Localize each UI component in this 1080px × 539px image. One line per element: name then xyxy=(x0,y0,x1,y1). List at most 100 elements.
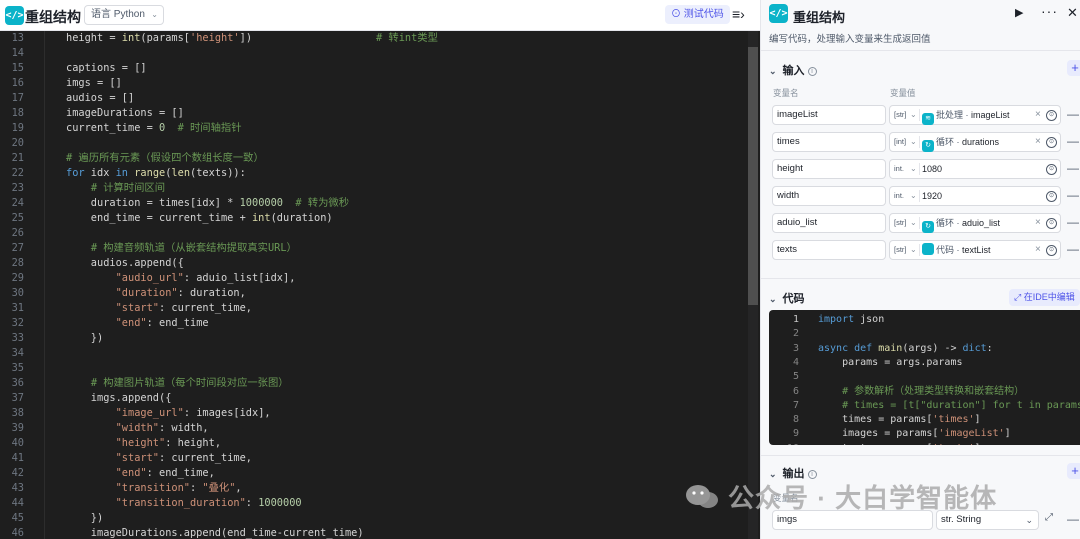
code-preview-line: 5 xyxy=(769,370,1080,384)
test-code-button[interactable]: ⊙ 测试代码 xyxy=(665,5,730,24)
reference-mode-icon[interactable]: ⊙ xyxy=(1046,218,1057,229)
variable-reference: 1920 xyxy=(922,187,942,205)
reference-mode-icon[interactable]: ⊙ xyxy=(1046,191,1057,202)
clear-icon[interactable]: × xyxy=(1035,133,1041,151)
reference-mode-icon[interactable]: ⊙ xyxy=(1046,137,1057,148)
variable-reference: ↻ 循环 · aduio_list xyxy=(922,214,1000,233)
variable-reference: ↻ 循环 · durations xyxy=(922,133,999,152)
input-variable-row: times [int] ⌄ ↻ 循环 · durations × ⊙ — xyxy=(761,132,1080,152)
code-token: "start" xyxy=(115,302,160,314)
clear-icon[interactable]: × xyxy=(1035,241,1041,259)
variable-name-field[interactable]: texts xyxy=(772,240,886,260)
variable-value-field[interactable]: [str] ⌄ ≋ 批处理 · imageList × ⊙ xyxy=(889,105,1061,125)
line-number: 13 xyxy=(11,32,24,44)
code-token: json xyxy=(854,314,885,325)
code-line: 13 height = int(params['height']) # 转int类… xyxy=(0,31,760,46)
add-input-button[interactable]: + xyxy=(1067,60,1080,76)
expand-icon[interactable]: ⤢ xyxy=(1045,512,1053,523)
chevron-down-icon[interactable]: ⌄ xyxy=(910,214,917,232)
line-number: 19 xyxy=(11,122,24,134)
code-node-icon xyxy=(922,243,934,255)
close-icon[interactable]: ✕ xyxy=(1067,5,1078,21)
variable-value-field[interactable]: int. ⌄ 1920 ⊙ xyxy=(889,186,1061,206)
code-editor-panel: </> 重组结构 语言 Python ⌄ ⊙ 测试代码 ≡› 13 height … xyxy=(0,0,760,539)
chevron-down-icon: ⌄ xyxy=(1025,515,1033,525)
output-name-field[interactable]: imgs xyxy=(772,510,933,530)
line-number: 41 xyxy=(11,452,24,464)
chevron-down-icon[interactable]: ⌄ xyxy=(910,133,917,151)
code-token: ]) xyxy=(239,32,377,44)
variable-value-field[interactable]: [str] ⌄ 代码 · textList × ⊙ xyxy=(889,240,1061,260)
remove-variable-button[interactable]: — xyxy=(1067,159,1079,177)
code-line: 39 "width": width, xyxy=(0,421,760,436)
code-token: (args) -> xyxy=(902,342,963,354)
reference-mode-icon[interactable]: ⊙ xyxy=(1046,110,1057,121)
run-icon[interactable]: ▶ xyxy=(1015,6,1023,19)
code-token: "audio_url" xyxy=(115,272,184,284)
variable-name-field[interactable]: width xyxy=(772,186,886,206)
variable-name-field[interactable]: imageList xyxy=(772,105,886,125)
info-icon[interactable]: i xyxy=(807,67,817,76)
code-text: captions = [] xyxy=(66,61,147,76)
code-text: # 遍历所有元素（假设四个数组长度一致） xyxy=(66,151,264,166)
chevron-down-icon[interactable]: ⌄ xyxy=(910,160,917,178)
remove-variable-button[interactable]: — xyxy=(1067,240,1079,258)
clear-icon[interactable]: × xyxy=(1035,106,1041,124)
reference-mode-icon[interactable]: ⊙ xyxy=(1046,245,1057,256)
code-area[interactable]: 13 height = int(params['height']) # 转int类… xyxy=(0,31,760,539)
code-preview[interactable]: 1 import json 2 3 async def main(args) -> di… xyxy=(769,310,1080,445)
code-line: 33 }) xyxy=(0,331,760,346)
code-token: # times = [t["duration"] for t in params… xyxy=(842,399,1080,411)
variable-name-field[interactable]: height xyxy=(772,159,886,179)
language-select[interactable]: 语言 Python ⌄ xyxy=(84,5,164,25)
variable-value-field[interactable]: [int] ⌄ ↻ 循环 · durations × ⊙ xyxy=(889,132,1061,152)
code-line: 26 xyxy=(0,226,760,241)
code-text: # 参数解析（处理类型转换和嵌套结构） xyxy=(818,385,1024,399)
remove-variable-button[interactable]: — xyxy=(1067,213,1079,231)
code-text: imageDurations = [] xyxy=(66,106,184,121)
code-line: 44 "transition_duration": 1000000 xyxy=(0,496,760,511)
code-token: 1000000 xyxy=(239,197,283,209)
edit-in-ide-button[interactable]: ⤢ 在IDE中编辑 xyxy=(1009,289,1080,306)
add-output-button[interactable]: + xyxy=(1067,463,1080,479)
line-number: 31 xyxy=(11,302,24,314)
remove-variable-button[interactable]: — xyxy=(1067,105,1079,123)
chevron-down-icon[interactable]: ⌄ xyxy=(910,187,917,205)
more-icon[interactable]: ··· xyxy=(1041,3,1058,19)
line-number: 36 xyxy=(11,377,24,389)
play-circle-icon: ⊙ xyxy=(671,9,681,20)
line-number: 43 xyxy=(11,482,24,494)
input-section-header[interactable]: ⌄ 输入 i xyxy=(769,62,817,78)
code-text: # 构建音频轨道（从嵌套结构提取真实URL） xyxy=(66,241,297,256)
clear-icon[interactable]: × xyxy=(1035,214,1041,232)
scrollbar-thumb[interactable] xyxy=(748,47,758,305)
variable-value-field[interactable]: [str] ⌄ ↻ 循环 · aduio_list × ⊙ xyxy=(889,213,1061,233)
line-number: 21 xyxy=(11,152,24,164)
remove-variable-button[interactable]: — xyxy=(1067,186,1079,204)
remove-variable-button[interactable]: — xyxy=(1067,132,1079,150)
chevron-down-icon[interactable]: ⌄ xyxy=(910,106,917,124)
code-text: "end": end_time, xyxy=(66,466,215,481)
language-select-label: 语言 Python xyxy=(91,9,145,20)
code-token: : height, xyxy=(165,437,222,449)
line-number: 39 xyxy=(11,422,24,434)
code-line: 14 xyxy=(0,46,760,61)
variable-name-field[interactable]: aduio_list xyxy=(772,213,886,233)
reference-value: aduio_list xyxy=(962,218,1001,228)
reference-mode-icon[interactable]: ⊙ xyxy=(1046,164,1057,175)
chevron-down-icon[interactable]: ⌄ xyxy=(910,241,917,259)
code-line: 38 "image_url": images[idx], xyxy=(0,406,760,421)
code-text: # 计算时间区间 xyxy=(66,181,165,196)
output-type-select[interactable]: str. String ⌄ xyxy=(936,510,1039,530)
variable-value-field[interactable]: int. ⌄ 1080 ⊙ xyxy=(889,159,1061,179)
code-section-header[interactable]: ⌄ 代码 xyxy=(769,290,805,306)
collapse-panel-icon[interactable]: ≡› xyxy=(732,5,745,24)
code-text: current_time = 0 # 时间轴指针 xyxy=(66,121,242,136)
remove-output-button[interactable]: — xyxy=(1067,510,1079,528)
code-preview-line: 10 texts = params['texts'] xyxy=(769,442,1080,445)
line-number: 45 xyxy=(11,512,24,524)
variable-name-field[interactable]: times xyxy=(772,132,886,152)
